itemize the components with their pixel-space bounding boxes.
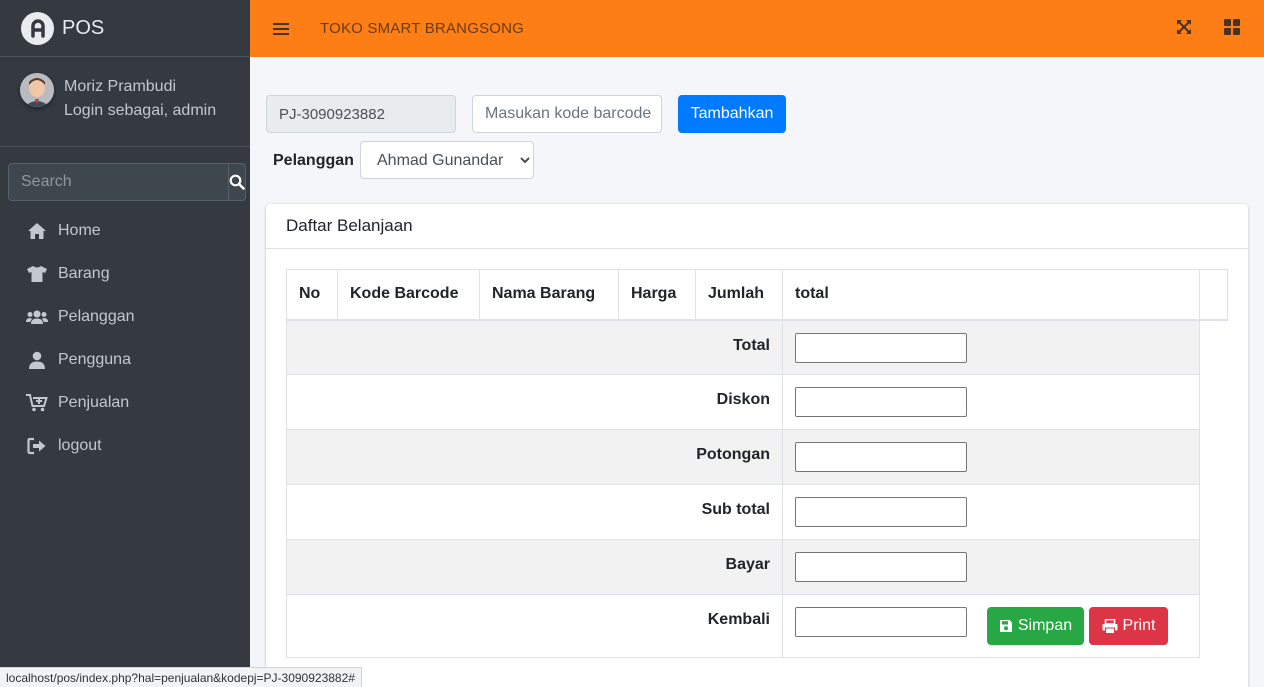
card-title: Daftar Belanjaan	[266, 204, 1248, 249]
summary-label-potongan: Potongan	[286, 429, 783, 485]
browser-status-url: localhost/pos/index.php?hal=penjualan&ko…	[0, 667, 362, 687]
summary-label-diskon: Diskon	[286, 374, 783, 430]
sidebar-item-label: Home	[58, 221, 101, 239]
sidebar-item-pelanggan[interactable]: Pelanggan	[0, 295, 250, 338]
kode-penjualan-field[interactable]	[266, 95, 456, 133]
hamburger-icon	[273, 22, 289, 25]
total-input[interactable]	[795, 332, 967, 363]
cart-plus-icon	[26, 393, 48, 413]
control-sidebar-button[interactable]	[1224, 19, 1240, 40]
table-row: Kembali	[286, 594, 1228, 658]
sidebar-nav: Home Barang Pelanggan Pengguna Penjualan	[0, 209, 250, 467]
search-button[interactable]	[228, 163, 246, 201]
menu-toggle-button[interactable]	[273, 20, 289, 38]
kembali-input[interactable]	[795, 607, 967, 637]
summary-label-total: Total	[286, 319, 783, 375]
users-icon	[26, 307, 48, 327]
tambahkan-button[interactable]: Tambahkan	[678, 95, 786, 133]
user-role: Login sebagai, admin	[64, 102, 217, 119]
user-icon	[26, 350, 48, 370]
subtotal-input[interactable]	[795, 497, 967, 527]
column-header: total	[782, 269, 1200, 321]
column-header: Jumlah	[695, 269, 783, 321]
daftar-belanjaan-card: Daftar Belanjaan No Kode Barcode Nama Ba…	[266, 204, 1248, 687]
bayar-input[interactable]	[795, 552, 967, 582]
sidebar-item-pengguna[interactable]: Pengguna	[0, 338, 250, 381]
column-header-extra	[1199, 269, 1228, 321]
shopping-table: No Kode Barcode Nama Barang Harga Jumlah…	[286, 269, 1228, 658]
sidebar-item-logout[interactable]: logout	[0, 424, 250, 467]
table-row: Diskon	[286, 374, 1228, 430]
print-label: Print	[1122, 617, 1156, 634]
sidebar-item-label: Pengguna	[58, 350, 131, 368]
brand-text: POS	[62, 16, 105, 39]
simpan-label: Simpan	[1017, 617, 1073, 634]
tshirt-icon	[26, 264, 48, 284]
top-navbar: TOKO SMART BRANGSONG	[250, 0, 1264, 57]
simpan-button[interactable]: Simpan	[987, 607, 1084, 645]
summary-label-kembali: Kembali	[286, 594, 783, 658]
fullscreen-button[interactable]	[1176, 19, 1192, 40]
th-large-icon	[1224, 19, 1240, 35]
store-title: TOKO SMART BRANGSONG	[320, 20, 525, 37]
search-input[interactable]	[8, 163, 228, 201]
summary-label-subtotal: Sub total	[286, 484, 783, 540]
pelanggan-label: Pelanggan	[273, 152, 354, 169]
potongan-input[interactable]	[795, 442, 967, 472]
sidebar-item-label: Penjualan	[58, 393, 130, 411]
column-header: No	[286, 269, 338, 321]
sidebar-item-barang[interactable]: Barang	[0, 252, 250, 295]
column-header: Harga	[618, 269, 696, 321]
user-avatar[interactable]	[20, 73, 54, 107]
save-icon	[999, 620, 1012, 632]
column-header: Nama Barang	[479, 269, 619, 321]
sidebar-item-label: Barang	[58, 264, 110, 282]
sidebar-item-label: Pelanggan	[58, 307, 135, 325]
main-content: Tambahkan Pelanggan Ahmad Gunandar Dafta…	[250, 57, 1264, 687]
sidebar-item-home[interactable]: Home	[0, 209, 250, 252]
table-row: Potongan	[286, 429, 1228, 485]
summary-label-bayar: Bayar	[286, 539, 783, 595]
column-header: Kode Barcode	[337, 269, 480, 321]
table-row: Bayar	[286, 539, 1228, 595]
brand-link[interactable]: POS	[0, 0, 250, 57]
print-button[interactable]: Print	[1089, 607, 1168, 645]
expand-arrows-icon	[1177, 20, 1191, 34]
home-icon	[26, 221, 48, 241]
table-row: Sub total	[286, 484, 1228, 540]
brand-logo-icon	[21, 11, 54, 45]
sign-out-icon	[26, 436, 48, 456]
pelanggan-select[interactable]: Ahmad Gunandar	[360, 141, 534, 179]
user-name[interactable]: Moriz Prambudi	[64, 75, 216, 99]
sidebar-item-label: logout	[58, 436, 102, 454]
sidebar: POS Moriz Prambudi Login sebagai, admin	[0, 0, 250, 687]
table-header-row: No Kode Barcode Nama Barang Harga Jumlah…	[286, 269, 1228, 321]
barcode-input[interactable]	[472, 95, 662, 133]
user-panel: Moriz Prambudi Login sebagai, admin	[0, 57, 250, 147]
table-row: Total	[286, 319, 1228, 375]
search-icon	[229, 174, 245, 190]
navbar-right	[1176, 19, 1240, 40]
print-icon	[1102, 618, 1118, 634]
sidebar-item-penjualan[interactable]: Penjualan	[0, 381, 250, 424]
diskon-input[interactable]	[795, 387, 967, 417]
sidebar-search	[8, 163, 246, 201]
